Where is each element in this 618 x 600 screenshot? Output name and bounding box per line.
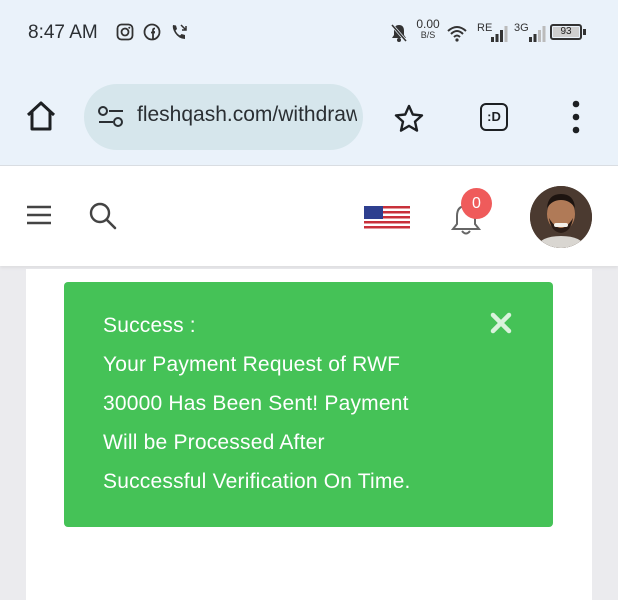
facebook-icon	[143, 23, 161, 41]
missed-call-icon	[172, 24, 187, 39]
home-icon[interactable]	[24, 99, 58, 133]
alert-title: Success :	[103, 314, 196, 337]
bookmark-star-icon[interactable]	[394, 104, 424, 134]
tab-switcher-label: :D	[487, 109, 501, 124]
tab-switcher-icon[interactable]: :D	[480, 103, 508, 131]
signal-icon	[491, 26, 508, 42]
us-flag-icon[interactable]	[364, 206, 410, 231]
alert-message-line: Successful Verification On Time.	[103, 470, 411, 493]
hamburger-menu-icon[interactable]	[26, 204, 52, 226]
net-speed-value: 0.00	[416, 17, 440, 31]
site-header: 0	[0, 165, 618, 266]
close-icon[interactable]	[490, 312, 512, 334]
content-card: Success : Your Payment Request of RWF 30…	[26, 269, 592, 600]
avatar[interactable]	[530, 186, 592, 248]
alert-message-line: Will be Processed After	[103, 431, 325, 454]
site-settings-icon[interactable]	[97, 106, 125, 128]
web-page: 0 Success : Your Payment Request of RWF …	[0, 165, 618, 600]
search-icon[interactable]	[88, 201, 118, 231]
alert-message-line: 30000 Has Been Sent! Payment	[103, 392, 409, 415]
battery-icon: 93	[550, 24, 582, 40]
avatar-image	[530, 186, 592, 248]
browser-toolbar: fleshqash.com/withdraw :D	[0, 68, 618, 165]
net-speed: 0.00 B/S	[414, 18, 442, 41]
notification-count-badge[interactable]: 0	[461, 188, 492, 219]
net-speed-unit: B/S	[420, 30, 436, 40]
instagram-icon	[116, 23, 134, 41]
status-bar: 8:47 AM 0.00 B/S RE 3G 93	[0, 0, 618, 68]
battery-tip	[583, 29, 586, 35]
url-text[interactable]: fleshqash.com/withdraw	[137, 103, 357, 127]
battery-level: 93	[553, 27, 579, 37]
wifi-icon	[447, 26, 467, 42]
alert-message-line: Your Payment Request of RWF	[103, 353, 401, 376]
sim2-label: 3G	[514, 22, 529, 34]
address-bar[interactable]: fleshqash.com/withdraw	[84, 84, 363, 150]
success-alert: Success : Your Payment Request of RWF 30…	[64, 282, 553, 527]
mute-bell-icon	[390, 24, 408, 42]
more-menu-icon[interactable]	[569, 99, 583, 135]
signal-icon	[529, 26, 546, 42]
status-time: 8:47 AM	[28, 22, 98, 43]
